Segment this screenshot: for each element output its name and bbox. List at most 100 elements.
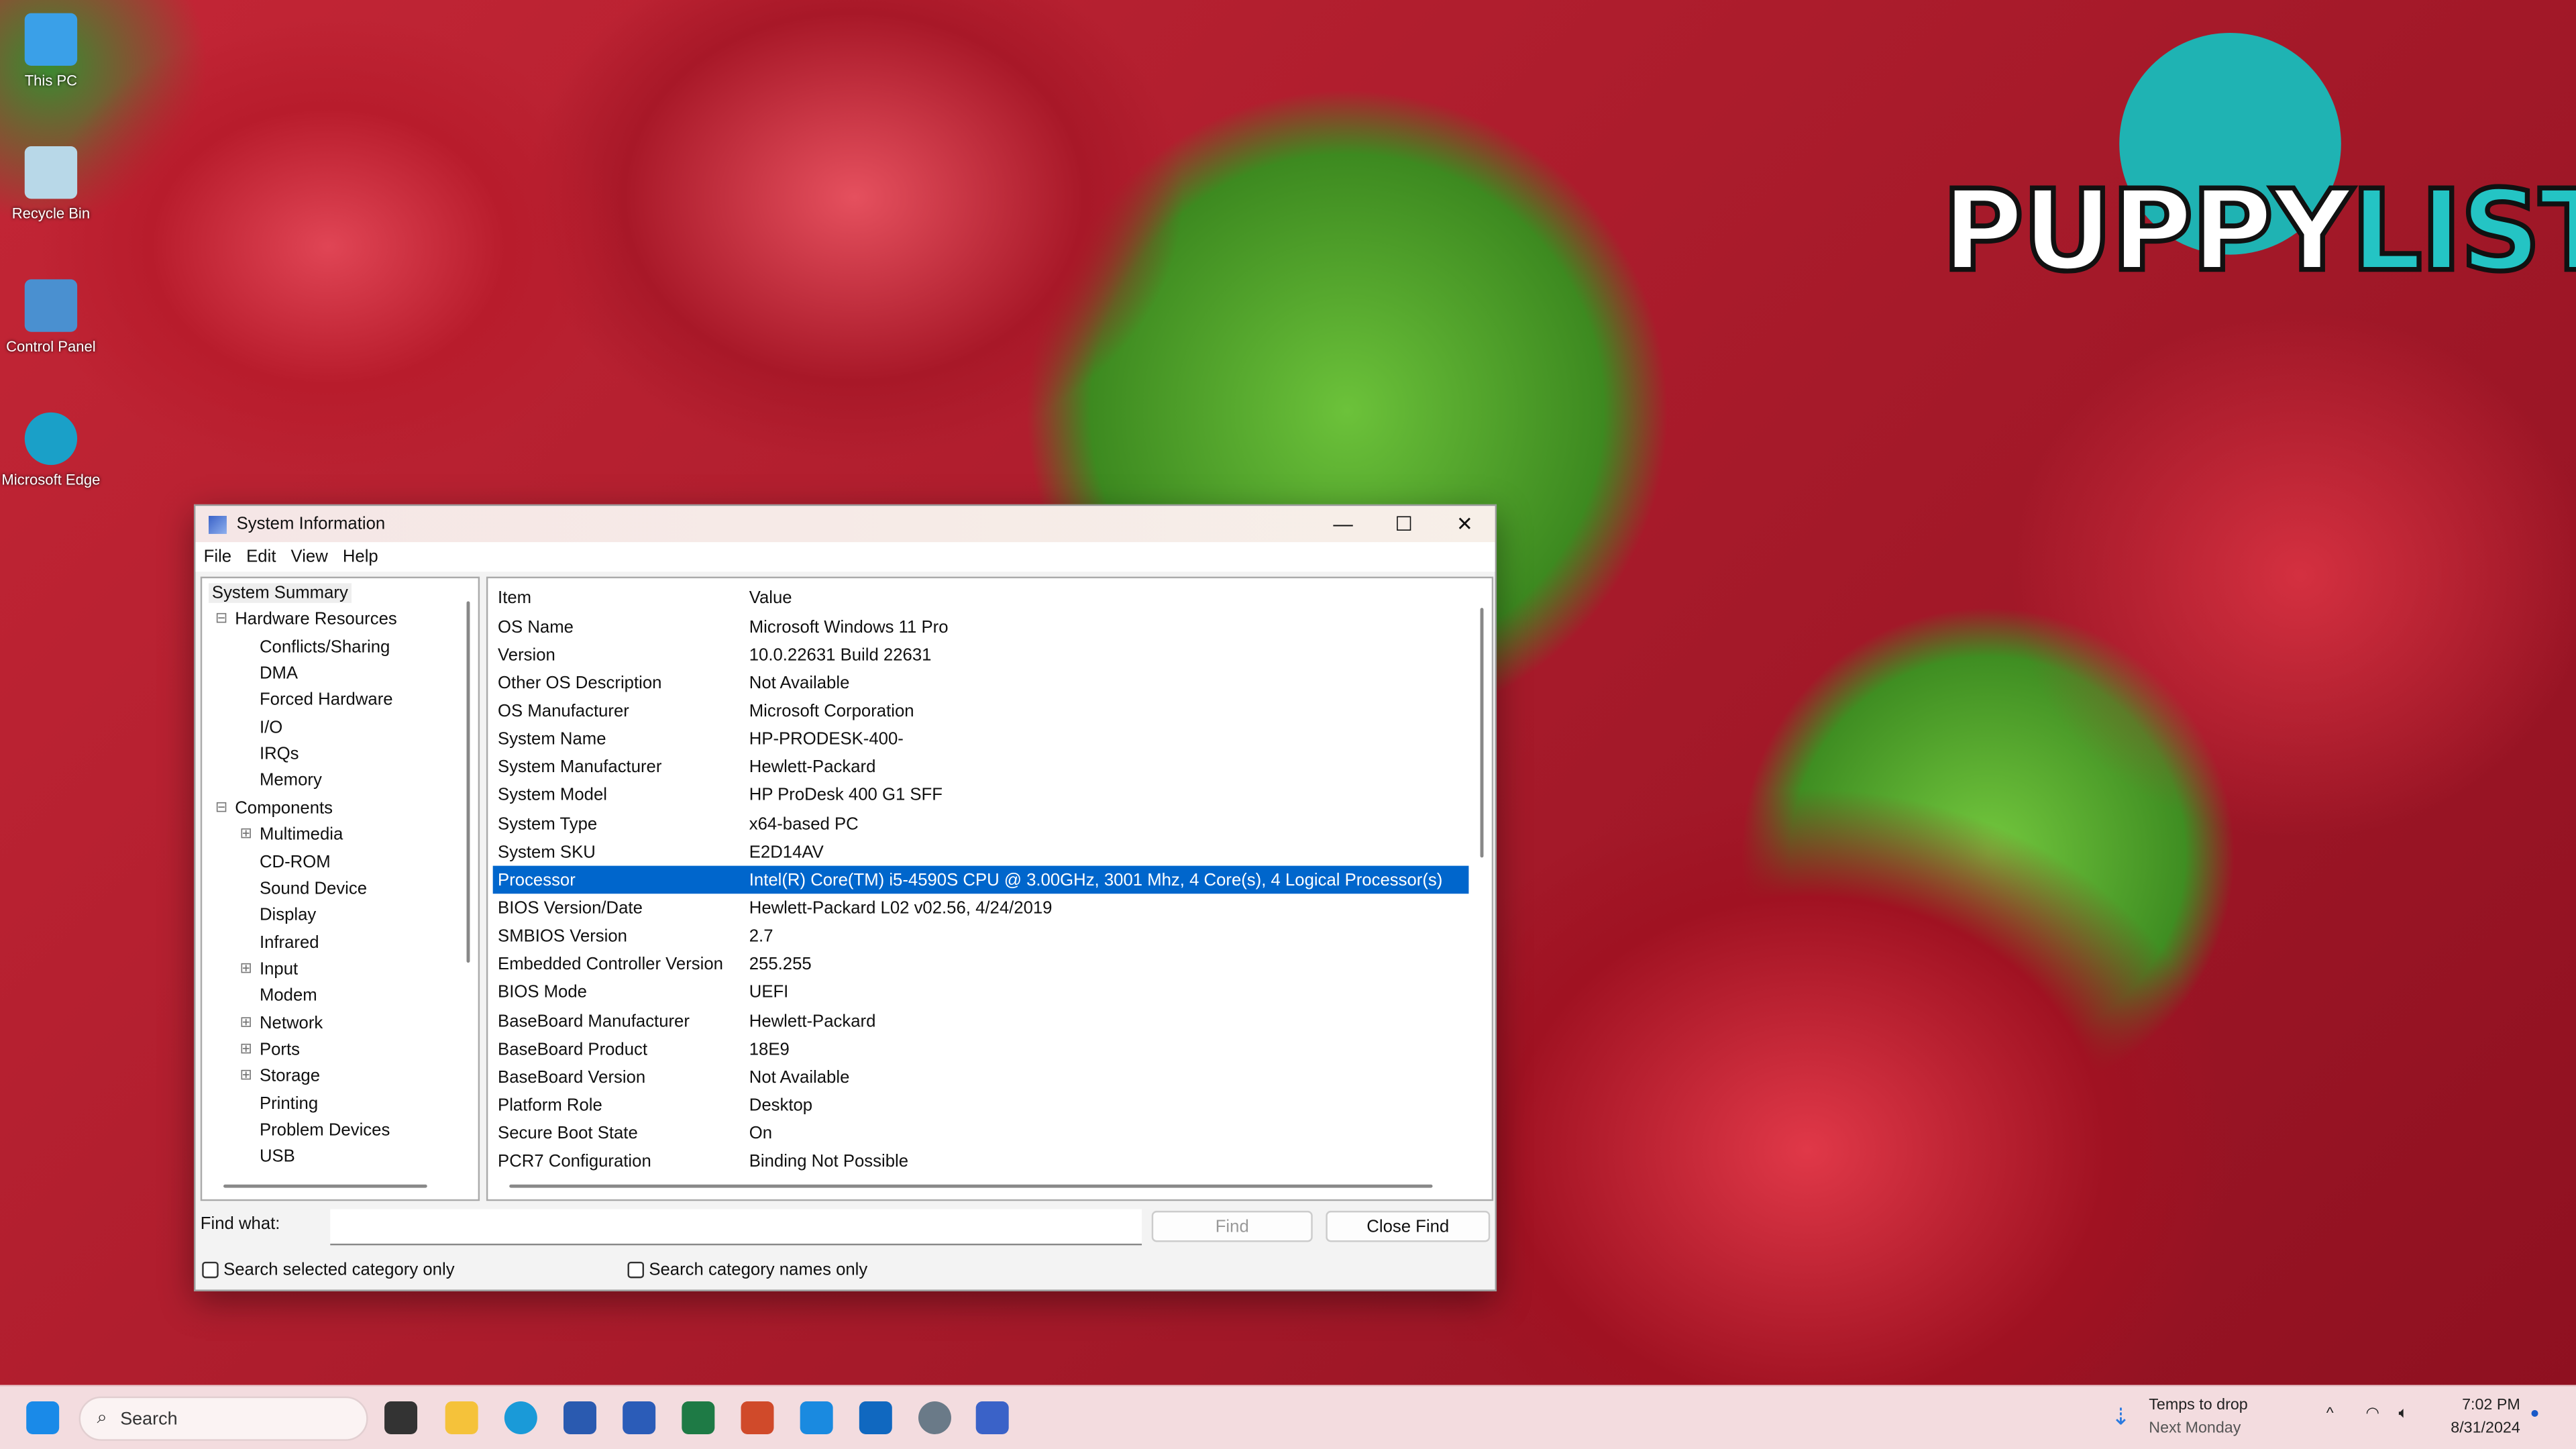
volume-icon[interactable]: 🔈︎ <box>2399 1405 2408 1423</box>
column-header-item[interactable]: Item <box>493 588 749 607</box>
title-bar[interactable]: System Information — ☐ ✕ <box>195 506 1495 543</box>
tree-item[interactable]: Conflicts/Sharing <box>260 637 390 656</box>
edge-icon[interactable] <box>504 1401 537 1434</box>
tree-item[interactable]: Infrared <box>260 932 319 952</box>
show-hidden-icons-button[interactable]: ^ <box>2326 1405 2334 1423</box>
windows-start-icon[interactable] <box>26 1401 60 1434</box>
table-row[interactable]: SMBIOS Version 2.7 <box>493 922 1469 951</box>
desktop-icon[interactable]: This PC <box>0 13 102 89</box>
system-information-icon <box>209 515 227 533</box>
table-row[interactable]: System Name HP-PRODESK-400- <box>493 725 1469 753</box>
tree-horizontal-scrollbar[interactable] <box>223 1184 427 1188</box>
table-row[interactable]: System SKU E2D14AV <box>493 838 1469 866</box>
settings-icon[interactable] <box>918 1401 951 1434</box>
tree-item[interactable]: IRQs <box>260 745 299 764</box>
search-selected-category-checkbox[interactable]: Search selected category only <box>202 1260 455 1280</box>
clock-time[interactable]: 7:02 PM <box>2448 1397 2520 1415</box>
maximize-button[interactable]: ☐ <box>1373 506 1434 542</box>
expand-icon[interactable]: ⊞ <box>240 1040 252 1058</box>
excel-icon[interactable] <box>682 1401 715 1434</box>
expand-icon[interactable]: ⊞ <box>240 959 252 977</box>
table-row[interactable]: Version 10.0.22631 Build 22631 <box>493 641 1469 669</box>
tree-item[interactable]: Hardware Resources <box>235 610 397 629</box>
menu-file[interactable]: File <box>204 547 231 567</box>
table-row[interactable]: Secure Boot State On <box>493 1120 1469 1148</box>
tree-item[interactable]: Components <box>235 798 333 818</box>
table-row[interactable]: OS Manufacturer Microsoft Corporation <box>493 697 1469 725</box>
table-row[interactable]: System Model HP ProDesk 400 G1 SFF <box>493 782 1469 810</box>
table-row[interactable]: PCR7 Configuration Binding Not Possible <box>493 1148 1469 1176</box>
find-what-input[interactable] <box>330 1209 1142 1246</box>
tree-item[interactable]: Sound Device <box>260 879 367 898</box>
system-information-icon[interactable] <box>975 1401 1009 1434</box>
outlook-new-icon[interactable] <box>800 1401 833 1434</box>
tree-item[interactable]: Input <box>260 959 298 979</box>
weather-subtext[interactable]: Next Monday <box>2149 1419 2241 1438</box>
tree-item[interactable]: Problem Devices <box>260 1120 390 1140</box>
tree-item[interactable]: System Summary <box>209 583 352 603</box>
table-row[interactable]: System Type x64-based PC <box>493 810 1469 838</box>
minimize-button[interactable]: — <box>1313 506 1374 542</box>
expand-icon[interactable]: ⊞ <box>240 825 252 843</box>
column-header-value[interactable]: Value <box>749 588 792 607</box>
weather-text[interactable]: Temps to drop <box>2149 1397 2247 1415</box>
desktop-icon-label: This PC <box>24 72 78 89</box>
weather-icon[interactable]: ⇣ <box>2111 1403 2131 1431</box>
tree-item[interactable]: Network <box>260 1013 323 1032</box>
tree-item[interactable]: Display <box>260 906 316 925</box>
table-row[interactable]: BIOS Version/Date Hewlett-Packard L02 v02… <box>493 894 1469 922</box>
table-row[interactable]: Embedded Controller Version 255.255 <box>493 951 1469 979</box>
tree-item[interactable]: Printing <box>260 1093 318 1113</box>
close-find-button[interactable]: Close Find <box>1326 1210 1491 1242</box>
task-view-icon[interactable] <box>384 1401 418 1434</box>
tree-item[interactable]: I/O <box>260 718 282 737</box>
tree-item[interactable]: CD-ROM <box>260 852 331 871</box>
word-icon[interactable] <box>623 1401 656 1434</box>
table-row[interactable]: BIOS Mode UEFI <box>493 979 1469 1007</box>
desktop-icon[interactable]: Microsoft Edge <box>0 412 102 488</box>
wifi-icon[interactable]: ◠ <box>2366 1405 2379 1423</box>
collapse-icon[interactable]: ⊟ <box>215 798 227 816</box>
taskbar-search[interactable]: ⌕ Search <box>78 1396 368 1441</box>
table-row[interactable]: BaseBoard Manufacturer Hewlett-Packard <box>493 1007 1469 1035</box>
table-row[interactable]: BaseBoard Product 18E9 <box>493 1035 1469 1063</box>
tree-item[interactable]: Forced Hardware <box>260 691 393 710</box>
desktop: This PC Recycle Bin Control Panel Microsoft… <box>0 0 2576 1449</box>
table-row[interactable]: Processor Intel(R) Core(TM) i5-4590S CPU … <box>492 866 1469 895</box>
table-vertical-scrollbar[interactable] <box>1480 608 1484 858</box>
powerpoint-icon[interactable] <box>741 1401 774 1434</box>
tree-item[interactable]: Multimedia <box>260 825 343 845</box>
tree-item[interactable]: USB <box>260 1147 295 1167</box>
find-button[interactable]: Find <box>1151 1210 1313 1242</box>
search-category-names-checkbox[interactable]: Search category names only <box>627 1260 867 1280</box>
tree-item[interactable]: Modem <box>260 986 317 1006</box>
file-explorer-icon[interactable] <box>445 1401 478 1434</box>
expand-icon[interactable]: ⊞ <box>240 1067 252 1085</box>
table-row[interactable]: OS Name Microsoft Windows 11 Pro <box>493 612 1469 641</box>
item-cell: Platform Role <box>498 1095 602 1116</box>
outlook-icon[interactable] <box>859 1401 892 1434</box>
clock-date[interactable]: 8/31/2024 <box>2438 1419 2520 1438</box>
tree-item[interactable]: Memory <box>260 771 322 791</box>
menu-help[interactable]: Help <box>343 547 378 567</box>
collapse-icon[interactable]: ⊟ <box>215 610 227 628</box>
menu-edit[interactable]: Edit <box>246 547 276 567</box>
table-horizontal-scrollbar[interactable] <box>509 1184 1433 1188</box>
desktop-icon[interactable]: Control Panel <box>0 279 102 355</box>
notification-bell-icon[interactable]: ● <box>2530 1405 2539 1423</box>
tree-item[interactable]: DMA <box>260 664 298 684</box>
item-cell: System Model <box>498 786 607 806</box>
table-row[interactable]: Other OS Description Not Available <box>493 669 1469 697</box>
table-row[interactable]: BaseBoard Version Not Available <box>493 1063 1469 1091</box>
puppylist-logo: PUPPYLIST <box>1939 32 2576 300</box>
tree-vertical-scrollbar[interactable] <box>466 601 470 963</box>
tree-item[interactable]: Storage <box>260 1067 320 1086</box>
microsoft-store-icon[interactable] <box>564 1401 596 1434</box>
tree-item[interactable]: Ports <box>260 1040 300 1059</box>
table-row[interactable]: System Manufacturer Hewlett-Packard <box>493 753 1469 782</box>
close-button[interactable]: ✕ <box>1434 506 1495 542</box>
desktop-icon[interactable]: Recycle Bin <box>0 146 102 222</box>
menu-view[interactable]: View <box>291 547 328 567</box>
expand-icon[interactable]: ⊞ <box>240 1013 252 1031</box>
table-row[interactable]: Platform Role Desktop <box>493 1091 1469 1120</box>
